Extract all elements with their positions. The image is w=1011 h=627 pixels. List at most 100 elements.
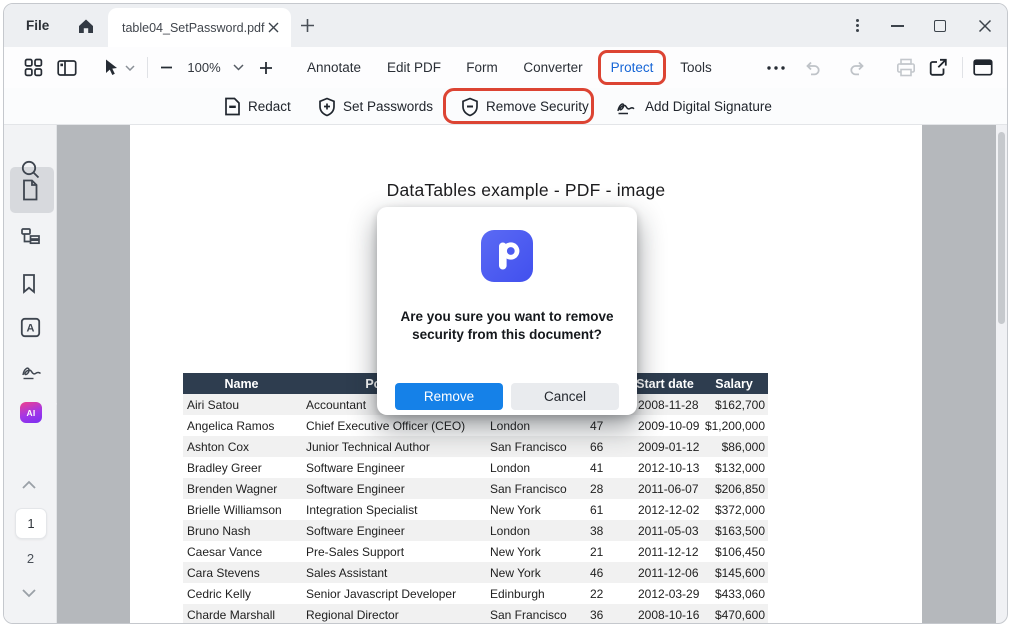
document-title: DataTables example - PDF - image (130, 180, 922, 201)
grid-view-icon (24, 58, 43, 77)
sidebar-search-button[interactable] (20, 159, 42, 181)
tab-converter[interactable]: Converter (523, 47, 582, 88)
screenshot-canvas: File table04_SetPassword.pdf (0, 0, 1011, 627)
remove-security-dialog: Are you sure you want to remove security… (377, 207, 637, 415)
set-passwords-button[interactable]: Set Passwords (318, 88, 433, 125)
print-button[interactable] (895, 47, 917, 88)
redact-button[interactable]: Redact (224, 88, 291, 125)
side-panel-button[interactable] (56, 47, 78, 88)
sidebar-bookmark-button[interactable] (20, 273, 42, 295)
table-cell: Senior Javascript Developer (300, 587, 480, 601)
table-cell: Integration Specialist (300, 503, 480, 517)
table-cell: Regional Director (300, 608, 480, 622)
sidebar-thumbnails-button[interactable] (20, 179, 42, 201)
maximize-button[interactable] (925, 4, 955, 47)
table-header-cell: Name (183, 373, 300, 394)
table-cell: Cedric Kelly (183, 587, 300, 601)
more-options-icon (767, 66, 785, 70)
chevron-down-icon (125, 65, 135, 71)
table-cell: $162,700 (700, 398, 768, 412)
title-bar: File table04_SetPassword.pdf (4, 4, 1007, 47)
table-cell: Brenden Wagner (183, 482, 300, 496)
set-passwords-label: Set Passwords (343, 99, 433, 114)
table-cell: 2012-03-29 (630, 587, 700, 601)
table-row: Cara StevensSales AssistantNew York46201… (183, 562, 768, 583)
more-menu-button[interactable] (842, 4, 872, 47)
grid-view-button[interactable] (22, 47, 44, 88)
select-tool-dropdown[interactable] (124, 47, 136, 88)
table-cell: Caesar Vance (183, 545, 300, 559)
table-row: Cedric KellySenior Javascript DeveloperE… (183, 583, 768, 604)
table-cell: Bradley Greer (183, 461, 300, 475)
file-menu[interactable]: File (26, 4, 49, 47)
table-cell: San Francisco (480, 608, 583, 622)
redo-button[interactable] (847, 47, 867, 88)
table-row: Caesar VancePre-Sales SupportNew York212… (183, 541, 768, 562)
table-cell: San Francisco (480, 440, 583, 454)
share-button[interactable] (927, 47, 949, 88)
more-options-button[interactable] (765, 47, 787, 88)
sidebar-outline-button[interactable] (20, 227, 42, 249)
table-cell: 2012-12-02 (630, 503, 700, 517)
tab-protect[interactable]: Protect (611, 47, 654, 88)
home-button[interactable] (76, 16, 96, 36)
minimize-button[interactable] (882, 4, 912, 47)
cancel-button[interactable]: Cancel (511, 383, 619, 410)
document-tab[interactable]: table04_SetPassword.pdf (108, 8, 291, 47)
undo-button[interactable] (802, 47, 822, 88)
previous-page-button[interactable] (21, 477, 41, 491)
table-cell: 47 (583, 419, 630, 433)
table-cell: 38 (583, 524, 630, 538)
zoom-dropdown[interactable] (231, 47, 245, 88)
navigation-sidebar: A AI ✦ 1 2 (4, 125, 57, 623)
table-cell: Edinburgh (480, 587, 583, 601)
sidebar-annotations-button[interactable]: A (20, 317, 42, 339)
vertical-scrollbar[interactable] (996, 125, 1007, 623)
table-cell: Junior Technical Author (300, 440, 480, 454)
tab-form[interactable]: Form (466, 47, 498, 88)
reading-mode-button[interactable] (972, 47, 994, 88)
dialog-message-line1: Are you sure you want to remove (397, 308, 617, 326)
table-row: Brenden WagnerSoftware EngineerSan Franc… (183, 478, 768, 499)
outline-icon (20, 227, 41, 246)
sidebar-ai-assistant-button[interactable]: AI ✦ (20, 402, 42, 423)
next-page-number[interactable]: 2 (4, 551, 57, 566)
chevron-down-icon (233, 64, 244, 71)
tab-edit-pdf[interactable]: Edit PDF (387, 47, 441, 88)
table-cell: New York (480, 545, 583, 559)
new-tab-button[interactable] (299, 17, 316, 34)
select-tool-button[interactable] (101, 47, 119, 88)
current-page-indicator[interactable]: 1 (15, 508, 47, 539)
chevron-down-icon (21, 588, 37, 598)
table-cell: 21 (583, 545, 630, 559)
window-close-button[interactable] (970, 4, 1000, 47)
redact-page-icon (224, 97, 241, 116)
next-page-button[interactable] (21, 585, 41, 599)
table-cell: New York (480, 503, 583, 517)
tab-tools[interactable]: Tools (680, 47, 712, 88)
remove-button[interactable]: Remove (395, 383, 503, 410)
table-cell: Sales Assistant (300, 566, 480, 580)
print-icon (896, 58, 916, 77)
side-panel-icon (57, 59, 77, 77)
plus-icon (259, 61, 273, 75)
table-cell: 2011-12-06 (630, 566, 700, 580)
shield-minus-icon (461, 97, 479, 117)
zoom-level[interactable]: 100% (184, 47, 224, 88)
table-cell: Bruno Nash (183, 524, 300, 538)
sidebar-signature-button[interactable] (20, 363, 42, 385)
add-digital-signature-button[interactable]: Add Digital Signature (616, 88, 772, 125)
remove-security-button[interactable]: Remove Security (461, 88, 589, 125)
page-thumbnails-icon (20, 179, 40, 201)
zoom-out-button[interactable] (158, 47, 174, 88)
table-cell: 2011-06-07 (630, 482, 700, 496)
table-cell: 2009-01-12 (630, 440, 700, 454)
table-cell: Chief Executive Officer (CEO) (300, 419, 480, 433)
zoom-in-button[interactable] (258, 47, 274, 88)
table-header-cell: Start date (630, 373, 700, 394)
ai-assistant-icon: AI (26, 408, 35, 418)
tab-close-button[interactable] (265, 20, 281, 36)
scrollbar-thumb[interactable] (998, 132, 1005, 324)
protect-toolbar: Redact Set Passwords Remove Security Add… (4, 88, 1007, 125)
tab-annotate[interactable]: Annotate (307, 47, 361, 88)
